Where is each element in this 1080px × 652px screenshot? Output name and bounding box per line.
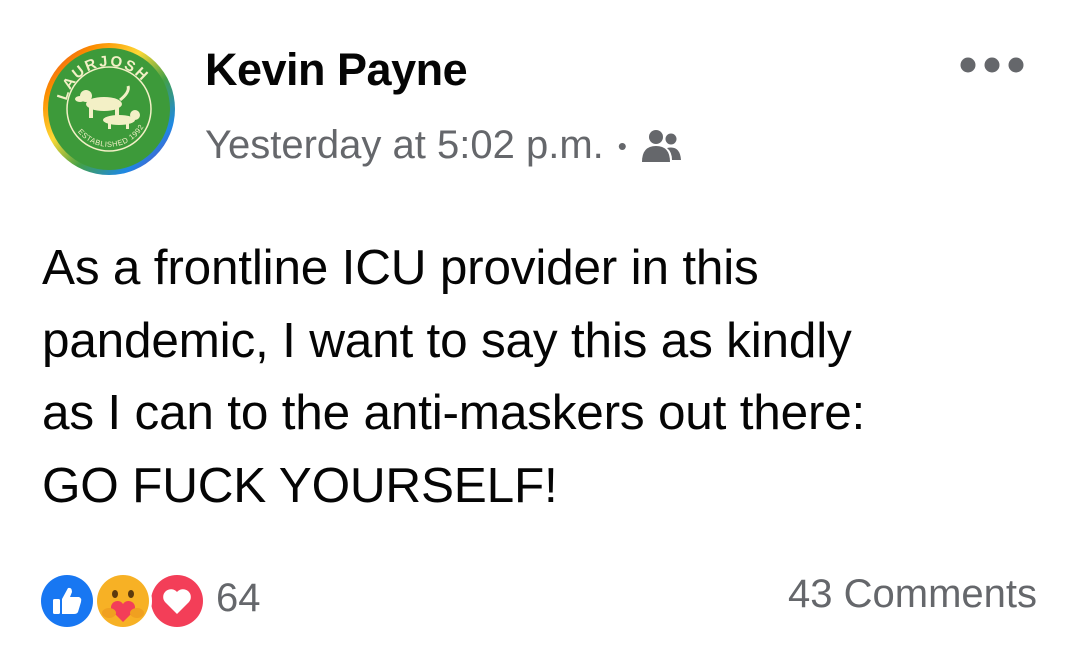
like-icon [38,572,96,630]
comments-link[interactable]: 43 Comments [788,572,1037,617]
meta-separator: • [617,130,627,161]
post-body: As a frontline ICU provider in this pand… [42,232,1052,522]
care-icon [94,572,152,630]
post-body-line: pandemic, I want to say this as kindly [42,312,852,368]
post-body-line: as I can to the anti-maskers out there: [42,385,866,440]
dachshund-logo-icon: LAURJOSH ESTABLISHED 1992 [43,43,175,175]
post-body-line: As a frontline ICU provider in this [42,240,759,295]
reaction-count: 64 [216,575,261,620]
post-body-line: GO FUCK YOURSELF! [42,457,558,513]
love-icon [148,572,206,630]
post-timestamp[interactable]: Yesterday at 5:02 p.m. [205,123,604,168]
reactions-summary[interactable]: 64 [38,570,261,630]
author-name[interactable]: Kevin Payne [205,44,468,96]
friends-icon[interactable] [639,128,683,164]
reaction-icons [38,570,206,630]
post-meta: Yesterday at 5:02 p.m. • [205,123,683,168]
more-options-icon[interactable] [954,48,1030,82]
avatar[interactable]: LAURJOSH ESTABLISHED 1992 [42,42,176,176]
